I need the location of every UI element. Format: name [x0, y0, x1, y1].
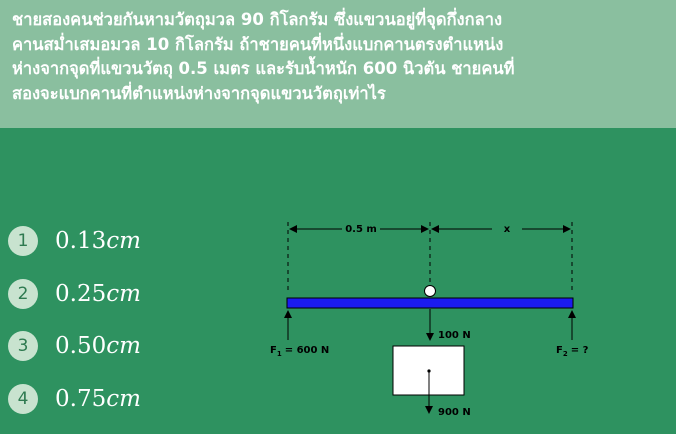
dist-left-label: 0.5 m	[345, 224, 377, 235]
dist-right-label: x	[504, 224, 511, 235]
object-weight-label: 900 N	[438, 407, 471, 418]
beam	[286, 297, 574, 309]
beam-weight-label: 100 N	[438, 330, 471, 341]
pivot-point	[424, 285, 436, 297]
f2-label: F2 = ?	[556, 345, 589, 358]
lever-diagram: 0.5 m x F1 = 600 N F2 = ? 100 N 900 N	[270, 222, 589, 418]
f1-label: F1 = 600 N	[270, 345, 329, 358]
